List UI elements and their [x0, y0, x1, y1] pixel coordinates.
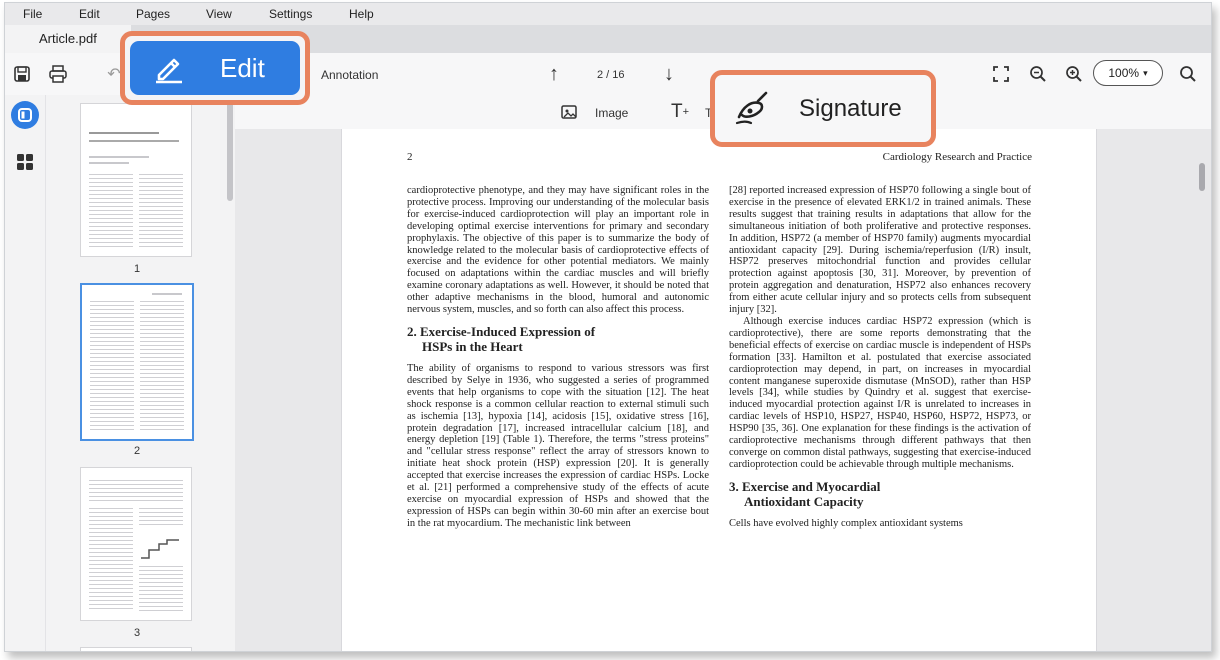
tab-article[interactable]: Article.pdf: [5, 25, 131, 53]
annotation-tab[interactable]: Annotation: [321, 68, 378, 82]
next-page-icon[interactable]: ↓: [658, 63, 680, 85]
zoom-select[interactable]: 100% ▾: [1093, 60, 1163, 86]
grid-view-icon[interactable]: [16, 153, 34, 176]
menu-pages[interactable]: Pages: [136, 7, 170, 21]
paragraph: Cells have evolved highly complex antiox…: [729, 517, 963, 529]
page-thumbnail-2[interactable]: [80, 283, 194, 441]
menu-bar: File Edit Pages View Settings Help: [5, 3, 1211, 25]
menu-edit[interactable]: Edit: [79, 7, 100, 21]
zoom-out-icon[interactable]: [1027, 63, 1049, 85]
page-indicator[interactable]: 2 / 16: [597, 69, 625, 81]
menu-file[interactable]: File: [23, 7, 42, 21]
save-icon[interactable]: [11, 63, 33, 85]
thumbnail-label-3: 3: [134, 627, 141, 639]
search-icon[interactable]: [1177, 63, 1199, 85]
document-viewer: 2 Cardiology Research and Practice cardi…: [235, 129, 1211, 651]
heading-line: Antioxidant Capacity: [744, 493, 864, 509]
edit-label: Edit: [220, 52, 265, 83]
page-number: 2: [407, 151, 413, 163]
thumbnails-panel-icon[interactable]: [11, 101, 39, 129]
print-icon[interactable]: [47, 63, 69, 85]
chevron-down-icon: ▾: [1143, 67, 1148, 78]
signature-callout: Signature: [710, 70, 936, 147]
pencil-icon: [152, 51, 186, 85]
heading-line: 2. Exercise-Induced Expression of: [407, 323, 596, 339]
pdf-page[interactable]: 2 Cardiology Research and Practice cardi…: [341, 129, 1097, 651]
section-heading: 3. Exercise and Myocardial Antioxidant C…: [729, 479, 1031, 509]
signature-tool[interactable]: Signature: [799, 95, 902, 123]
text-column-right: [28] reported increased expression of HS…: [729, 185, 1031, 530]
section-heading: 2. Exercise-Induced Expression of HSPs i…: [407, 324, 709, 354]
fit-screen-icon[interactable]: [990, 63, 1012, 85]
page-thumbnail-4[interactable]: [80, 647, 192, 651]
text-column-left: cardioprotective phenotype, and they may…: [407, 185, 709, 530]
zoom-value: 100%: [1108, 66, 1140, 80]
previous-page-icon[interactable]: ↑: [543, 63, 565, 85]
edit-callout: Edit: [120, 31, 310, 105]
journal-header: Cardiology Research and Practice: [882, 151, 1032, 163]
menu-settings[interactable]: Settings: [269, 7, 312, 21]
paragraph: Although exercise induces cardiac HSP72 …: [729, 315, 1031, 470]
page-thumbnail-1[interactable]: [80, 103, 192, 257]
paragraph: cardioprotective phenotype, and they may…: [407, 185, 709, 316]
signature-pen-icon: [733, 89, 773, 129]
menu-help[interactable]: Help: [349, 7, 374, 21]
paragraph: [28] reported increased expression of HS…: [729, 185, 1031, 316]
page-thumbnail-3[interactable]: [80, 467, 192, 621]
heading-line: 3. Exercise and Myocardial: [729, 478, 881, 494]
thumbnail-label-2: 2: [134, 445, 141, 457]
edit-button[interactable]: Edit: [130, 41, 300, 95]
zoom-in-icon[interactable]: [1063, 63, 1085, 85]
image-tool[interactable]: Image: [595, 106, 628, 120]
menu-view[interactable]: View: [206, 7, 232, 21]
thumbnail-panel: 1 2 3: [46, 95, 235, 651]
thumbnail-label-1: 1: [134, 263, 141, 275]
heading-line: HSPs in the Heart: [422, 338, 523, 354]
paragraph: The ability of organisms to respond to v…: [407, 362, 709, 529]
thumbnail-scrollbar[interactable]: [227, 101, 233, 201]
document-scrollbar[interactable]: [1199, 163, 1205, 191]
tab-title: Article.pdf: [39, 31, 97, 46]
left-rail: [5, 95, 46, 651]
add-text-icon[interactable]: T +: [669, 101, 691, 123]
image-icon[interactable]: [559, 101, 581, 123]
